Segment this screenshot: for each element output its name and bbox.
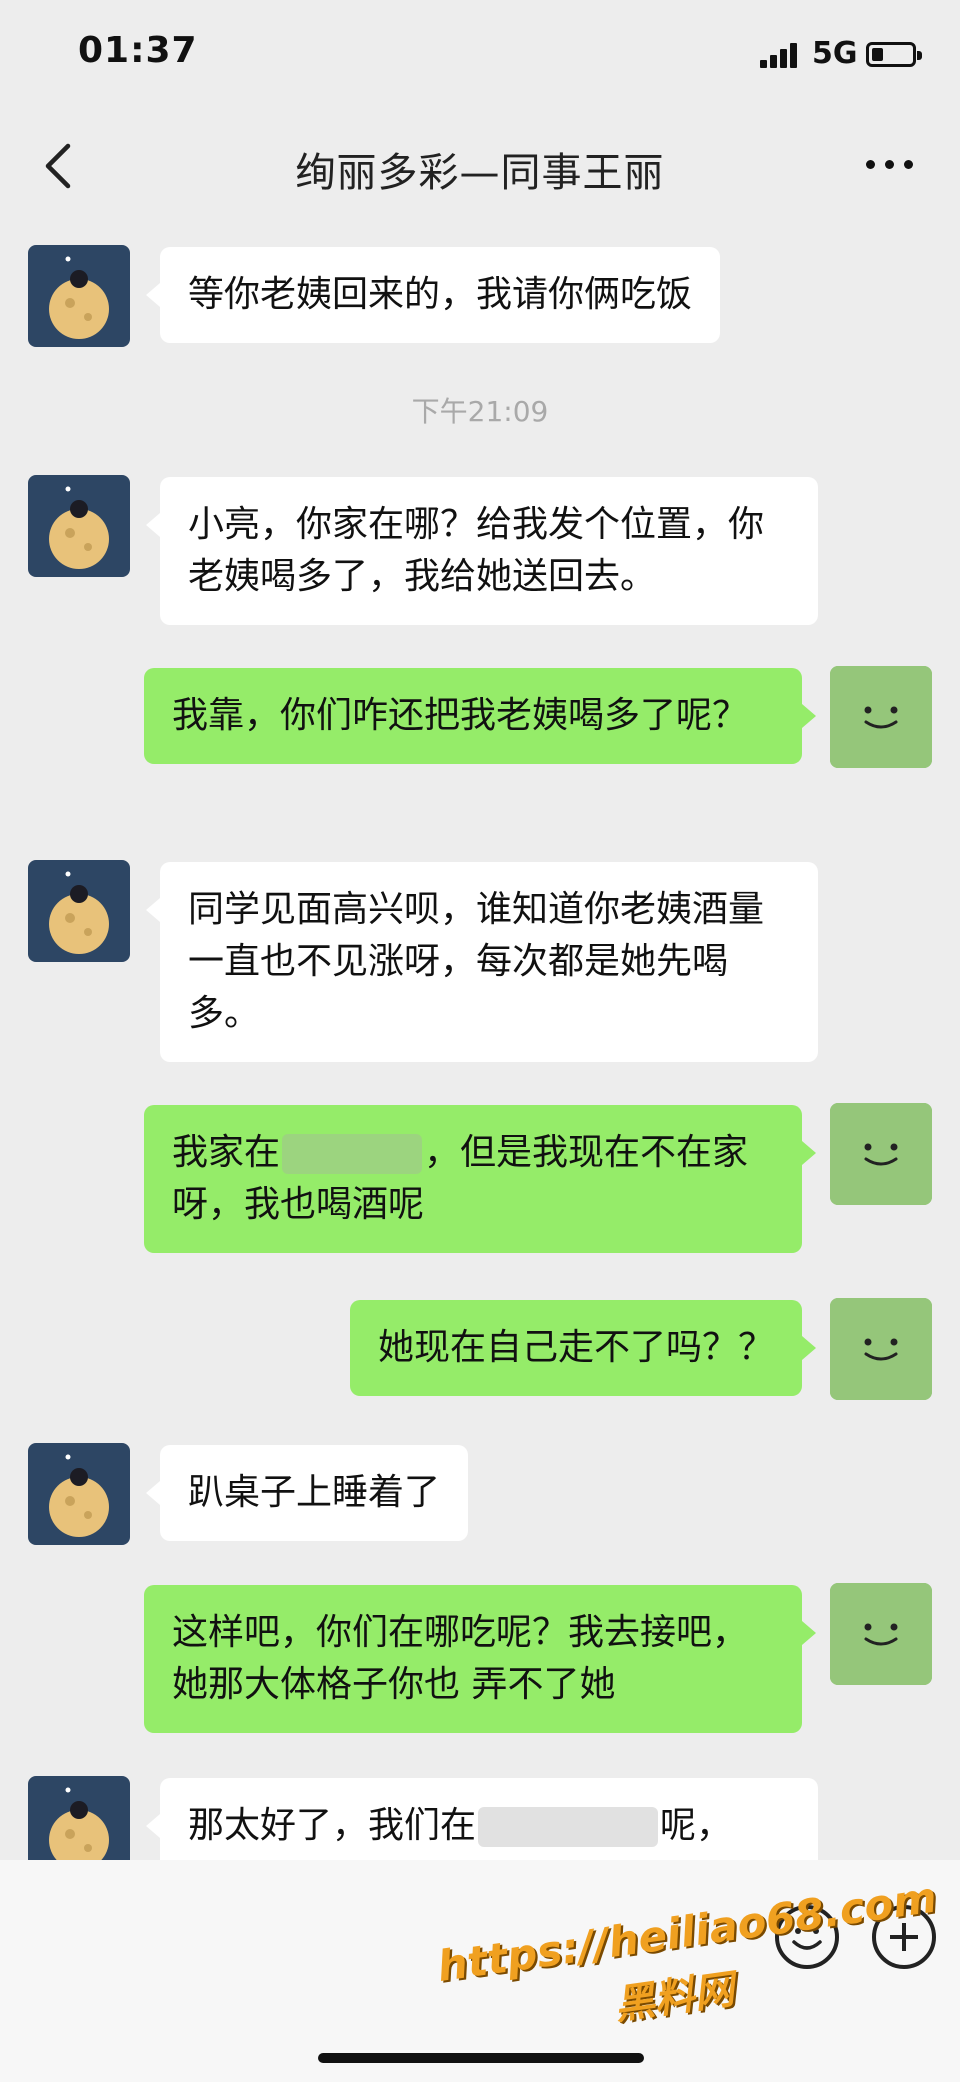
- message-bubble-incoming[interactable]: 同学见面高兴呗，谁知道你老姨酒量一直也不见涨呀，每次都是她先喝多。: [146, 862, 818, 1062]
- message-text: 那太好了，我们在: [188, 1805, 477, 1846]
- message-text: 等你老姨回来的，我请你俩吃饭: [188, 274, 693, 315]
- message-text: 呢，: [660, 1805, 733, 1846]
- message-text: 趴桌子上睡着了: [188, 1472, 441, 1513]
- message-text: 这样吧，你们在哪吃呢？我去接吧，她那大体格子你也 弄不了她: [172, 1612, 749, 1705]
- moon-avatar-icon: [28, 475, 130, 577]
- message-text: 她现在自己走不了吗？？: [377, 1327, 774, 1368]
- contact-avatar[interactable]: [28, 245, 130, 347]
- message-bubble-incoming[interactable]: 等你老姨回来的，我请你俩吃饭: [145, 247, 721, 343]
- my-avatar[interactable]: [830, 1103, 932, 1205]
- message-bubble-incoming[interactable]: 小亮，你家在哪？给我发个位置，你老姨喝多了，我给她送回去。: [146, 477, 818, 625]
- signal-icon: [760, 42, 804, 68]
- moon-avatar-icon: [28, 245, 130, 347]
- redacted-location: [282, 1134, 423, 1174]
- message-text: 小亮，你家在哪？给我发个位置，你老姨喝多了，我给她送回去。: [188, 504, 765, 597]
- message-bubble-outgoing[interactable]: 这样吧，你们在哪吃呢？我去接吧，她那大体格子你也 弄不了她: [144, 1585, 816, 1733]
- contact-avatar[interactable]: [28, 860, 130, 962]
- status-time: 01:37: [78, 30, 198, 71]
- contact-avatar[interactable]: [28, 1443, 130, 1545]
- message-text: 同学见面高兴呗，谁知道你老姨酒量一直也不见涨呀，每次都是她先喝多。: [188, 889, 765, 1034]
- message-bubble-outgoing[interactable]: 我家在 ，但是我现在不在家呀，我也喝酒呢: [144, 1105, 816, 1253]
- message-bubble-outgoing[interactable]: 她现在自己走不了吗？？: [349, 1300, 817, 1396]
- contact-avatar[interactable]: [28, 1776, 130, 1860]
- smile-avatar-icon: [830, 1583, 932, 1685]
- moon-avatar-icon: [28, 860, 130, 962]
- chat-header: 绚丽多彩—同事王丽: [0, 110, 960, 220]
- moon-avatar-icon: [28, 1443, 130, 1545]
- timestamp-separator: 下午21:09: [411, 395, 549, 428]
- contact-avatar[interactable]: [28, 475, 130, 577]
- message-text: 我家在: [172, 1132, 281, 1173]
- home-indicator[interactable]: [318, 2053, 644, 2063]
- moon-avatar-icon: [28, 1776, 130, 1860]
- my-avatar[interactable]: [830, 1298, 932, 1400]
- battery-icon: [866, 42, 922, 67]
- message-bubble-incoming[interactable]: 趴桌子上睡着了: [145, 1445, 469, 1541]
- my-avatar[interactable]: [830, 666, 932, 768]
- smile-avatar-icon: [830, 1103, 932, 1205]
- message-bubble-outgoing[interactable]: 我靠，你们咋还把我老姨喝多了呢？: [144, 668, 816, 764]
- smile-avatar-icon: [830, 666, 932, 768]
- status-bar: 01:37 5G: [0, 0, 960, 110]
- smile-avatar-icon: [830, 1298, 932, 1400]
- my-avatar[interactable]: [830, 1583, 932, 1685]
- network-type: 5G: [812, 36, 858, 71]
- message-list[interactable]: 等你老姨回来的，我请你俩吃饭 下午21:09 小亮，你家在哪？给我发个位置，你老…: [0, 220, 960, 1860]
- more-options-button[interactable]: [860, 144, 920, 184]
- message-text: 我靠，你们咋还把我老姨喝多了呢？: [172, 695, 749, 736]
- chat-title: 绚丽多彩—同事王丽: [295, 150, 665, 196]
- redacted-location: [478, 1807, 659, 1847]
- message-bubble-incoming[interactable]: 那太好了，我们在 呢，: [146, 1778, 818, 1860]
